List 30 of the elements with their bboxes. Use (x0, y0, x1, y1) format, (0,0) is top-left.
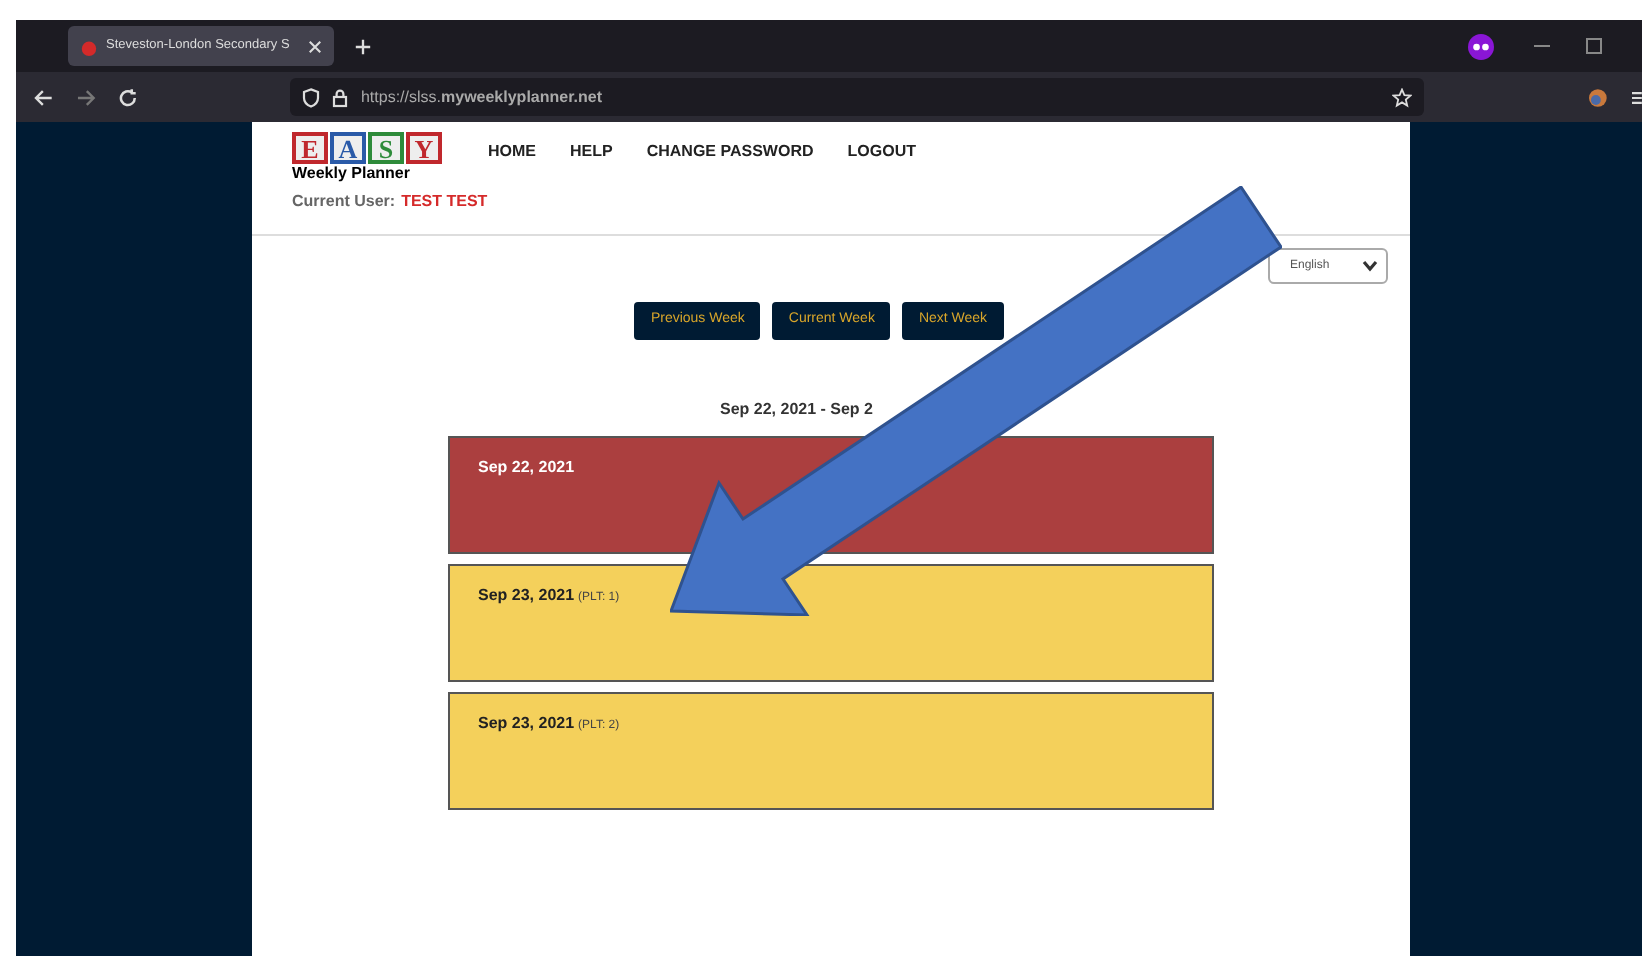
nav-link[interactable]: LOGOUT (847, 140, 916, 164)
logo-subtitle: Weekly Planner (292, 164, 412, 184)
forward-icon[interactable] (75, 87, 96, 107)
maximize-icon[interactable] (1586, 38, 1602, 54)
logo-letter: A (330, 132, 366, 164)
new-tab-icon[interactable] (354, 37, 372, 55)
current-user-name: TEST TEST (401, 190, 488, 214)
chevron-down-icon (1362, 260, 1378, 272)
day-date: Sep 22, 2021 (478, 456, 575, 480)
day-date: Sep 23, 2021 (478, 712, 575, 736)
nav-link[interactable]: HELP (570, 140, 613, 164)
private-mask-icon[interactable] (1468, 33, 1494, 59)
lock-icon (332, 87, 349, 107)
menu-icon[interactable] (1632, 89, 1642, 105)
current-user-label: Current User: (292, 190, 396, 214)
logo-letter: S (368, 132, 404, 164)
address-bar[interactable]: https://slss.myweeklyplanner.net (290, 78, 1425, 116)
nav-link[interactable]: CHANGE PASSWORD (646, 140, 814, 164)
nav-link[interactable]: HOME (488, 140, 536, 164)
reload-icon[interactable] (117, 87, 137, 107)
shield-icon (302, 87, 321, 107)
url-text: https://slss.myweeklyplanner.net (360, 85, 602, 109)
back-icon[interactable] (34, 87, 54, 107)
date-range: Sep 22, 2021 - Sep 2 (720, 398, 875, 422)
logo-letter: Y (406, 132, 442, 164)
star-icon[interactable] (1392, 87, 1413, 107)
day-date: Sep 23, 2021 (478, 584, 575, 608)
close-icon[interactable] (308, 39, 322, 53)
logo-letter: E (292, 132, 328, 164)
extension-icon[interactable] (1588, 87, 1609, 107)
